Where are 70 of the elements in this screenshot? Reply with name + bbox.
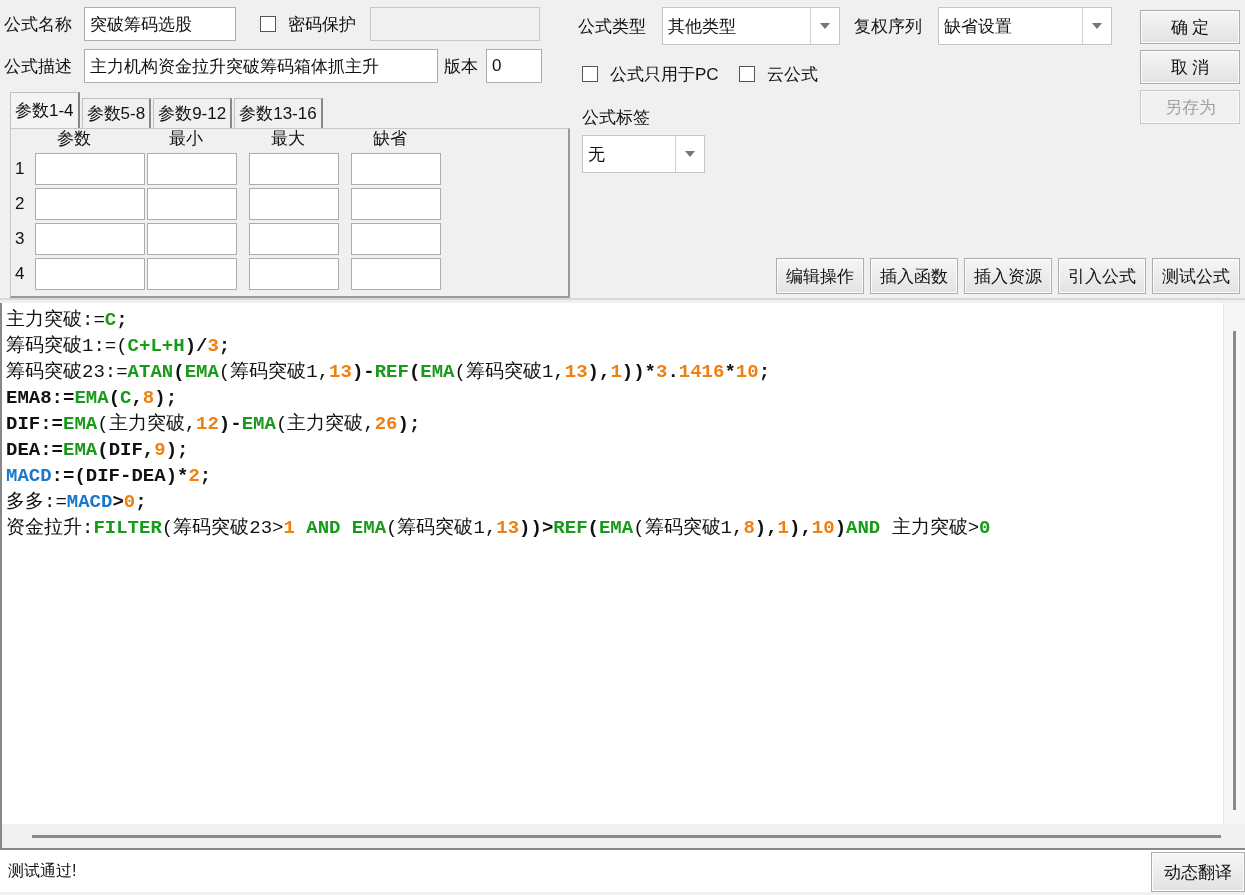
param-field[interactable] [249, 152, 339, 185]
checkbox-label: 密码保护 [288, 13, 356, 36]
toolbar-button[interactable]: 插入函数 [870, 258, 958, 294]
name-field[interactable]: 突破筹码选股 [84, 7, 236, 41]
tab[interactable]: 参数9-12 [153, 98, 233, 128]
horizontal-scrollbar[interactable] [2, 824, 1245, 848]
param-field[interactable] [249, 187, 339, 220]
param-field[interactable] [35, 257, 145, 290]
code-line: 多多:=MACD>0; [6, 490, 148, 515]
tab[interactable]: 参数1-4 [10, 92, 80, 128]
toolbar-button[interactable]: 插入资源 [964, 258, 1052, 294]
column-header: 最小 [168, 129, 204, 149]
param-field[interactable] [351, 257, 441, 290]
dialog-button[interactable]: 确 定 [1140, 10, 1240, 44]
code-line: DEA:=EMA(DIF,9); [6, 438, 190, 463]
row-number: 4 [15, 262, 26, 285]
column-header: 缺省 [372, 129, 408, 149]
caret-icon [1092, 23, 1102, 29]
toolbar-button[interactable]: 引入公式 [1058, 258, 1146, 294]
row-number: 3 [15, 227, 26, 250]
row-number: 2 [15, 192, 26, 215]
caret-icon [820, 23, 830, 29]
tab[interactable]: 参数5-8 [81, 98, 152, 128]
field-label: 公式类型 [578, 15, 646, 38]
param-field[interactable] [351, 152, 441, 185]
param-field[interactable] [35, 152, 145, 185]
param-field[interactable] [249, 257, 339, 290]
param-field[interactable] [351, 187, 441, 220]
row-number: 1 [15, 157, 26, 180]
dialog-button[interactable]: 取 消 [1140, 50, 1240, 84]
status-message: 测试通过! [8, 860, 77, 881]
param-field[interactable] [249, 222, 339, 255]
tag-dropdown[interactable]: 无 [582, 135, 705, 173]
checkbox-label: 云公式 [766, 63, 818, 86]
checkbox[interactable] [738, 66, 755, 82]
column-header: 最大 [270, 129, 306, 149]
type-dropdown[interactable]: 其他类型 [662, 7, 840, 45]
toolbar-button[interactable]: 编辑操作 [776, 258, 864, 294]
param-field[interactable] [35, 222, 145, 255]
param-field[interactable] [147, 152, 237, 185]
field-label: 复权序列 [854, 15, 922, 38]
version-field[interactable]: 0 [486, 49, 542, 83]
field-label: 公式名称 [4, 13, 72, 36]
rights-dropdown[interactable]: 缺省设置 [938, 7, 1112, 45]
field-label: 版本 [444, 55, 478, 78]
column-header: 参数 [56, 129, 92, 149]
tab[interactable]: 参数13-16 [234, 98, 323, 128]
param-field[interactable] [147, 257, 237, 290]
code-line: 筹码突破1:=(C+L+H)/3; [6, 334, 232, 359]
checkbox[interactable] [260, 16, 276, 32]
code-line: MACD:=(DIF-DEA)*2; [6, 464, 213, 489]
translate-button[interactable]: 动态翻译 [1151, 852, 1245, 892]
password-field[interactable] [370, 7, 540, 41]
toolbar-button[interactable]: 测试公式 [1152, 258, 1240, 294]
field-label: 公式描述 [4, 55, 72, 78]
field-label: 公式标签 [582, 108, 650, 127]
code-line: DIF:=EMA(主力突破,12)-EMA(主力突破,26); [6, 412, 422, 437]
vertical-scrollbar[interactable] [1223, 303, 1245, 824]
caret-icon [685, 151, 695, 157]
param-field[interactable] [35, 187, 145, 220]
code-line: EMA8:=EMA(C,8); [6, 386, 179, 411]
param-field[interactable] [147, 187, 237, 220]
checkbox[interactable] [582, 66, 598, 82]
checkbox-label: 公式只用于PC [610, 63, 719, 86]
code-line: 筹码突破23:=ATAN(EMA(筹码突破1,13)-REF(EMA(筹码突破1,13),1))*3.1416*10; [6, 360, 772, 385]
description-field[interactable]: 主力机构资金拉升突破筹码箱体抓主升 [84, 49, 438, 83]
param-field[interactable] [147, 222, 237, 255]
code-line: 资金拉升:FILTER(筹码突破23>1 AND EMA(筹码突破1,13))>REF(EMA(筹码突破1,8),1),10)AND 主力突破>0 [6, 516, 992, 541]
code-line: 主力突破:=C; [6, 308, 129, 333]
param-field[interactable] [351, 222, 441, 255]
